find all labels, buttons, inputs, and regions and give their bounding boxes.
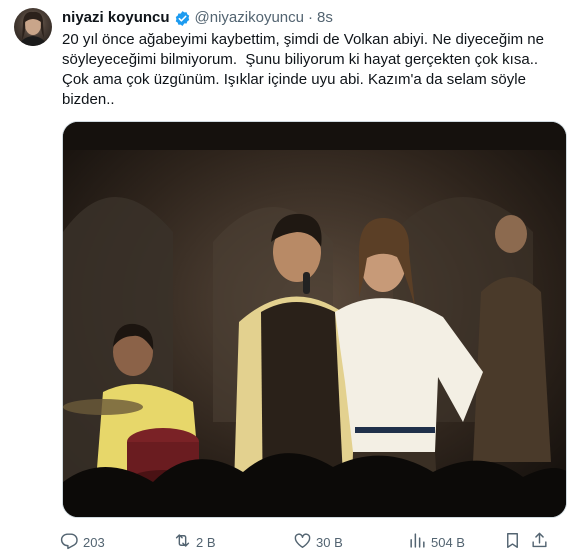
repost-icon (173, 531, 192, 553)
reply-icon (60, 531, 79, 553)
reply-count: 203 (83, 534, 105, 550)
views-count: 504 B (431, 534, 465, 550)
author-name[interactable]: niyazi koyuncu (62, 8, 170, 28)
avatar[interactable] (14, 8, 52, 46)
action-bar: 203 2 B 30 B 504 B (56, 530, 576, 554)
tweet-time[interactable]: 8s (317, 8, 333, 28)
heart-icon (293, 531, 312, 553)
repost-count: 2 B (196, 534, 216, 550)
tweet-photo[interactable] (62, 121, 567, 518)
tweet-header: niyazi koyuncu @niyazikoyuncu · 8s (62, 8, 333, 28)
like-count: 30 B (316, 534, 343, 550)
tweet-text: 20 yıl önce ağabeyimi kaybettim, şimdi d… (62, 31, 549, 108)
views-button[interactable]: 504 B (408, 530, 465, 554)
author-handle[interactable]: @niyazikoyuncu (195, 8, 304, 28)
views-chart-icon (408, 531, 427, 553)
like-button[interactable]: 30 B (293, 530, 343, 554)
separator-dot: · (307, 9, 313, 26)
share-button[interactable] (530, 530, 549, 554)
verified-badge-icon (174, 10, 191, 27)
reply-button[interactable]: 203 (60, 530, 105, 554)
bookmark-button[interactable] (503, 530, 522, 554)
share-icon (530, 531, 549, 553)
bookmark-icon (503, 531, 522, 553)
tweet: niyazi koyuncu @niyazikoyuncu · 8s 20 yı… (0, 0, 582, 558)
repost-button[interactable]: 2 B (173, 530, 216, 554)
